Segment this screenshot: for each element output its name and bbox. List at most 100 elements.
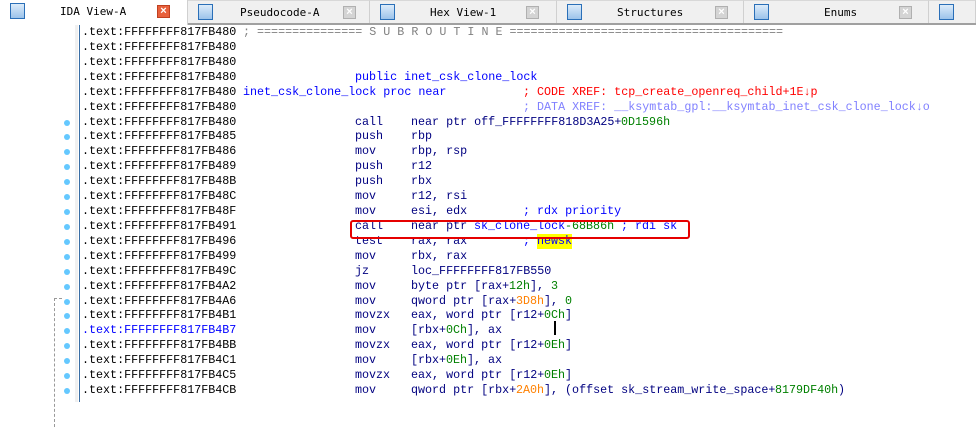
close-icon[interactable]: ×	[343, 6, 356, 19]
tab-enums[interactable]: Enums ×	[744, 0, 929, 23]
code-token: mov	[355, 323, 377, 338]
breakpoint-dot-icon[interactable]	[64, 253, 70, 260]
breakpoint-dot-icon[interactable]	[64, 238, 70, 245]
breakpoint-dot-icon[interactable]	[64, 149, 70, 156]
line-address: .text:FFFFFFFF817FB49C	[82, 263, 237, 278]
code-token: 12h	[509, 278, 531, 293]
breakpoint-dot-icon[interactable]	[64, 373, 70, 380]
code-token: push	[355, 159, 384, 174]
tab-pseudocode-a[interactable]: Pseudocode-A ×	[188, 0, 370, 23]
breakpoint-dot-icon[interactable]	[64, 358, 70, 365]
breakpoint-dot-icon[interactable]	[64, 328, 70, 335]
close-icon[interactable]: ×	[899, 6, 912, 19]
code-token: eax, word ptr [r12+	[411, 338, 545, 353]
line-address: .text:FFFFFFFF817FB496	[82, 233, 237, 248]
line-address: .text:FFFFFFFF817FB499	[82, 248, 237, 263]
code-token: mov	[355, 278, 377, 293]
breakpoint-dot-icon[interactable]	[64, 223, 70, 230]
breakpoint-dot-icon[interactable]	[64, 194, 70, 201]
code-token: 0Eh	[544, 338, 566, 353]
code-token: push	[355, 129, 384, 144]
text-cursor	[554, 321, 556, 335]
line-address: .text:FFFFFFFF817FB480	[82, 69, 237, 84]
tab-bar: IDA View-A × Pseudocode-A × Hex View-1 × Struc…	[0, 0, 976, 25]
tab-label: IDA View-A	[60, 5, 127, 18]
code-token: mov	[355, 383, 377, 398]
code-token: eax, word ptr [r12+	[411, 308, 545, 323]
code-token: ], ax	[467, 353, 503, 368]
breakpoint-dot-icon[interactable]	[64, 134, 70, 141]
code-token: r12, rsi	[411, 189, 468, 204]
line-address: .text:FFFFFFFF817FB48C	[82, 189, 237, 204]
breakpoint-dot-icon[interactable]	[64, 283, 70, 290]
tab-label: Pseudocode-A	[240, 6, 320, 19]
tab-label: Enums	[824, 6, 858, 19]
code-token: ; =============== S U B R O U T I N E ==…	[243, 25, 784, 39]
code-token: 0	[565, 293, 573, 308]
pseudocode-icon	[198, 4, 213, 20]
tab-label: Structures	[617, 6, 684, 19]
line-address: .text:FFFFFFFF817FB4BB	[82, 338, 237, 353]
code-token: ]	[565, 338, 573, 353]
code-token: 8179DF40h	[775, 383, 839, 398]
code-token: rbp	[411, 129, 433, 144]
line-address: .text:FFFFFFFF817FB480	[82, 25, 237, 39]
tab-structures[interactable]: Structures ×	[557, 0, 744, 23]
code-token: movzx	[355, 368, 391, 383]
line-address: .text:FFFFFFFF817FB4A2	[82, 278, 237, 293]
jump-arrow-line	[54, 298, 55, 427]
breakpoint-dot-icon[interactable]	[64, 209, 70, 216]
code-token: ], ax	[467, 323, 503, 338]
code-token: rbx	[411, 174, 433, 189]
tab-ida-view-a[interactable]: IDA View-A ×	[0, 0, 188, 25]
code-token: [rbx+	[411, 353, 447, 368]
close-icon[interactable]: ×	[715, 6, 728, 19]
breakpoint-dot-icon[interactable]	[64, 298, 70, 305]
tab-hex-view-1[interactable]: Hex View-1 ×	[370, 0, 557, 23]
line-address: .text:FFFFFFFF817FB48B	[82, 174, 237, 189]
breakpoint-dot-icon[interactable]	[64, 343, 70, 350]
code-token: ],	[530, 278, 552, 293]
code-token: qword ptr [rax+	[411, 293, 517, 308]
line-address: .text:FFFFFFFF817FB486	[82, 144, 237, 159]
code-token: mov	[355, 248, 377, 263]
code-token: ; DATA XREF: __ksymtab_gpl:__ksymtab_ine…	[523, 99, 930, 114]
code-token: mov	[355, 144, 377, 159]
breakpoint-dot-icon[interactable]	[64, 313, 70, 320]
code-token: byte ptr [rax+	[411, 278, 510, 293]
close-icon[interactable]: ×	[526, 6, 539, 19]
code-token: eax, word ptr [r12+	[411, 368, 545, 383]
breakpoint-dot-icon[interactable]	[64, 164, 70, 171]
tab-label: Hex View-1	[430, 6, 497, 19]
code-token: 3D8h	[516, 293, 545, 308]
code-token: ]	[565, 368, 573, 383]
line-address: .text:FFFFFFFF817FB491	[82, 218, 237, 233]
close-icon[interactable]: ×	[157, 5, 170, 18]
gutter-separator	[75, 25, 78, 402]
disassembly-listing[interactable]: .text:FFFFFFFF817FB480 ; =============== …	[82, 25, 976, 402]
line-address: .text:FFFFFFFF817FB4C5	[82, 368, 237, 383]
highlight-box	[350, 220, 690, 239]
structures-icon	[567, 4, 582, 20]
code-token: near ptr off_FFFFFFFF818D3A25+	[411, 114, 622, 129]
imports-icon	[939, 4, 954, 20]
code-token: jz	[355, 263, 370, 278]
code-token: 0Eh	[446, 353, 468, 368]
code-token: rbx, rax	[411, 248, 468, 263]
line-address: .text:FFFFFFFF817FB480	[82, 39, 237, 54]
tab-extra[interactable]	[929, 0, 976, 23]
code-token: push	[355, 174, 384, 189]
enums-icon	[754, 4, 769, 20]
breakpoint-dot-icon[interactable]	[64, 388, 70, 395]
line-address: .text:FFFFFFFF817FB4A6	[82, 293, 237, 308]
breakpoint-dot-icon[interactable]	[64, 179, 70, 186]
breakpoint-dot-icon[interactable]	[64, 119, 70, 126]
line-address: .text:FFFFFFFF817FB4B7	[82, 323, 237, 338]
code-token: esi, edx	[411, 204, 468, 219]
line-address: .text:FFFFFFFF817FB480	[82, 84, 237, 99]
breakpoint-dot-icon[interactable]	[64, 268, 70, 275]
jump-arrow-head	[54, 298, 62, 299]
code-token: ; rdx priority	[523, 204, 622, 219]
code-token: mov	[355, 204, 377, 219]
line-address: .text:FFFFFFFF817FB48F	[82, 204, 237, 219]
